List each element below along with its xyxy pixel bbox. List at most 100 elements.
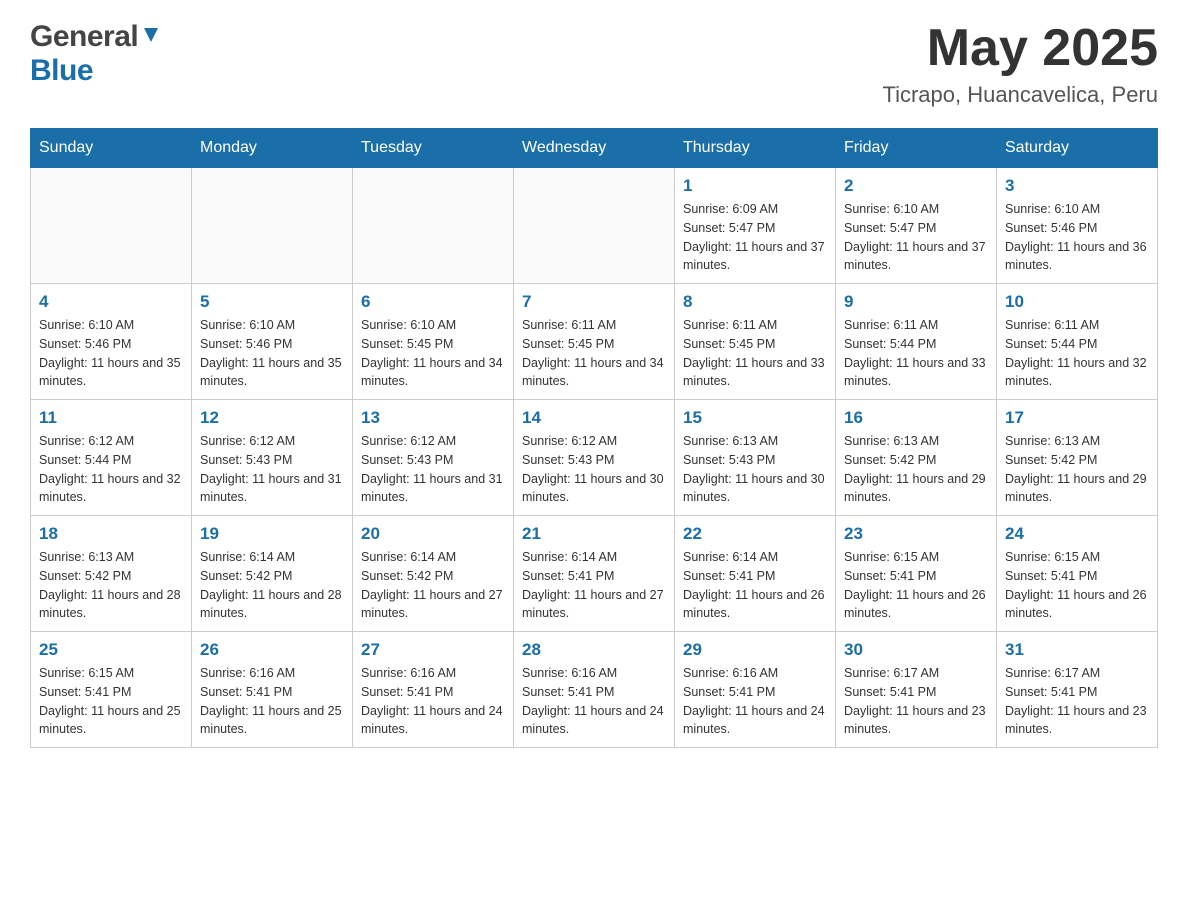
day-number: 21	[522, 524, 666, 544]
calendar-cell: 11 Sunrise: 6:12 AMSunset: 5:44 PMDayligh…	[31, 400, 192, 516]
day-info: Sunrise: 6:15 AMSunset: 5:41 PMDaylight:…	[39, 664, 183, 739]
day-info: Sunrise: 6:11 AMSunset: 5:45 PMDaylight:…	[522, 316, 666, 391]
calendar-cell: 21 Sunrise: 6:14 AMSunset: 5:41 PMDayligh…	[514, 516, 675, 632]
day-info: Sunrise: 6:15 AMSunset: 5:41 PMDaylight:…	[844, 548, 988, 623]
day-info: Sunrise: 6:16 AMSunset: 5:41 PMDaylight:…	[522, 664, 666, 739]
calendar-header-friday: Friday	[836, 129, 997, 168]
day-number: 7	[522, 292, 666, 312]
calendar-header-tuesday: Tuesday	[353, 129, 514, 168]
day-number: 11	[39, 408, 183, 428]
day-info: Sunrise: 6:12 AMSunset: 5:44 PMDaylight:…	[39, 432, 183, 507]
calendar-cell: 6 Sunrise: 6:10 AMSunset: 5:45 PMDaylight…	[353, 284, 514, 400]
calendar-header-sunday: Sunday	[31, 129, 192, 168]
logo-triangle-icon	[140, 24, 162, 51]
day-info: Sunrise: 6:12 AMSunset: 5:43 PMDaylight:…	[361, 432, 505, 507]
day-info: Sunrise: 6:13 AMSunset: 5:43 PMDaylight:…	[683, 432, 827, 507]
calendar-cell: 17 Sunrise: 6:13 AMSunset: 5:42 PMDayligh…	[997, 400, 1158, 516]
calendar-cell: 22 Sunrise: 6:14 AMSunset: 5:41 PMDayligh…	[675, 516, 836, 632]
calendar-cell: 24Sunrise: 6:15 AMSunset: 5:41 PMDayligh…	[997, 516, 1158, 632]
day-number: 27	[361, 640, 505, 660]
day-info: Sunrise: 6:11 AMSunset: 5:45 PMDaylight:…	[683, 316, 827, 391]
day-number: 5	[200, 292, 344, 312]
day-info: Sunrise: 6:11 AMSunset: 5:44 PMDaylight:…	[844, 316, 988, 391]
calendar-cell	[353, 168, 514, 284]
calendar-cell: 23 Sunrise: 6:15 AMSunset: 5:41 PMDayligh…	[836, 516, 997, 632]
day-info: Sunrise: 6:14 AMSunset: 5:41 PMDaylight:…	[683, 548, 827, 623]
day-info: Sunrise: 6:14 AMSunset: 5:41 PMDaylight:…	[522, 548, 666, 623]
day-info: Sunrise: 6:11 AMSunset: 5:44 PMDaylight:…	[1005, 316, 1149, 391]
title-section: May 2025 Ticrapo, Huancavelica, Peru	[882, 20, 1158, 108]
calendar-cell: 16Sunrise: 6:13 AMSunset: 5:42 PMDayligh…	[836, 400, 997, 516]
calendar-cell: 31 Sunrise: 6:17 AMSunset: 5:41 PMDayligh…	[997, 632, 1158, 748]
day-info: Sunrise: 6:14 AMSunset: 5:42 PMDaylight:…	[361, 548, 505, 623]
day-info: Sunrise: 6:10 AMSunset: 5:47 PMDaylight:…	[844, 200, 988, 275]
page-header: General Blue May 2025 Ticrapo, Huancavel…	[30, 20, 1158, 108]
calendar-cell	[192, 168, 353, 284]
day-number: 9	[844, 292, 988, 312]
day-number: 30	[844, 640, 988, 660]
day-info: Sunrise: 6:10 AMSunset: 5:46 PMDaylight:…	[200, 316, 344, 391]
day-number: 23	[844, 524, 988, 544]
calendar-week-row: 25 Sunrise: 6:15 AMSunset: 5:41 PMDayligh…	[31, 632, 1158, 748]
calendar-header-saturday: Saturday	[997, 129, 1158, 168]
calendar-cell: 3 Sunrise: 6:10 AMSunset: 5:46 PMDaylight…	[997, 168, 1158, 284]
calendar-cell: 29 Sunrise: 6:16 AMSunset: 5:41 PMDayligh…	[675, 632, 836, 748]
day-info: Sunrise: 6:17 AMSunset: 5:41 PMDaylight:…	[1005, 664, 1149, 739]
day-info: Sunrise: 6:12 AMSunset: 5:43 PMDaylight:…	[522, 432, 666, 507]
day-info: Sunrise: 6:13 AMSunset: 5:42 PMDaylight:…	[844, 432, 988, 507]
day-number: 19	[200, 524, 344, 544]
day-info: Sunrise: 6:10 AMSunset: 5:46 PMDaylight:…	[1005, 200, 1149, 275]
day-number: 10	[1005, 292, 1149, 312]
day-number: 18	[39, 524, 183, 544]
day-number: 22	[683, 524, 827, 544]
day-info: Sunrise: 6:10 AMSunset: 5:45 PMDaylight:…	[361, 316, 505, 391]
day-number: 20	[361, 524, 505, 544]
day-number: 13	[361, 408, 505, 428]
logo-blue: Blue	[30, 54, 93, 87]
calendar-cell: 19 Sunrise: 6:14 AMSunset: 5:42 PMDayligh…	[192, 516, 353, 632]
calendar-cell	[31, 168, 192, 284]
day-number: 4	[39, 292, 183, 312]
calendar-week-row: 18 Sunrise: 6:13 AMSunset: 5:42 PMDayligh…	[31, 516, 1158, 632]
day-number: 29	[683, 640, 827, 660]
calendar-cell: 10 Sunrise: 6:11 AMSunset: 5:44 PMDayligh…	[997, 284, 1158, 400]
calendar-cell: 25 Sunrise: 6:15 AMSunset: 5:41 PMDayligh…	[31, 632, 192, 748]
day-number: 15	[683, 408, 827, 428]
calendar-cell: 4 Sunrise: 6:10 AMSunset: 5:46 PMDaylight…	[31, 284, 192, 400]
day-number: 6	[361, 292, 505, 312]
calendar-cell: 30Sunrise: 6:17 AMSunset: 5:41 PMDayligh…	[836, 632, 997, 748]
calendar-week-row: 11 Sunrise: 6:12 AMSunset: 5:44 PMDayligh…	[31, 400, 1158, 516]
day-number: 26	[200, 640, 344, 660]
day-info: Sunrise: 6:16 AMSunset: 5:41 PMDaylight:…	[200, 664, 344, 739]
calendar-cell: 15 Sunrise: 6:13 AMSunset: 5:43 PMDayligh…	[675, 400, 836, 516]
month-title: May 2025	[882, 20, 1158, 77]
calendar-cell: 9 Sunrise: 6:11 AMSunset: 5:44 PMDaylight…	[836, 284, 997, 400]
calendar-cell: 8 Sunrise: 6:11 AMSunset: 5:45 PMDaylight…	[675, 284, 836, 400]
day-number: 17	[1005, 408, 1149, 428]
day-number: 1	[683, 176, 827, 196]
calendar-week-row: 4 Sunrise: 6:10 AMSunset: 5:46 PMDaylight…	[31, 284, 1158, 400]
calendar-header-monday: Monday	[192, 129, 353, 168]
calendar-cell: 26 Sunrise: 6:16 AMSunset: 5:41 PMDayligh…	[192, 632, 353, 748]
day-info: Sunrise: 6:10 AMSunset: 5:46 PMDaylight:…	[39, 316, 183, 391]
day-number: 25	[39, 640, 183, 660]
day-number: 24	[1005, 524, 1149, 544]
calendar-cell: 5 Sunrise: 6:10 AMSunset: 5:46 PMDaylight…	[192, 284, 353, 400]
calendar-cell: 7 Sunrise: 6:11 AMSunset: 5:45 PMDaylight…	[514, 284, 675, 400]
day-number: 8	[683, 292, 827, 312]
calendar-header-wednesday: Wednesday	[514, 129, 675, 168]
calendar-cell: 12Sunrise: 6:12 AMSunset: 5:43 PMDayligh…	[192, 400, 353, 516]
day-info: Sunrise: 6:09 AMSunset: 5:47 PMDaylight:…	[683, 200, 827, 275]
day-number: 14	[522, 408, 666, 428]
day-number: 3	[1005, 176, 1149, 196]
day-info: Sunrise: 6:13 AMSunset: 5:42 PMDaylight:…	[39, 548, 183, 623]
logo: General Blue	[30, 20, 162, 88]
day-info: Sunrise: 6:16 AMSunset: 5:41 PMDaylight:…	[683, 664, 827, 739]
calendar-cell: 20 Sunrise: 6:14 AMSunset: 5:42 PMDayligh…	[353, 516, 514, 632]
calendar-cell: 18 Sunrise: 6:13 AMSunset: 5:42 PMDayligh…	[31, 516, 192, 632]
day-number: 31	[1005, 640, 1149, 660]
day-info: Sunrise: 6:14 AMSunset: 5:42 PMDaylight:…	[200, 548, 344, 623]
day-info: Sunrise: 6:13 AMSunset: 5:42 PMDaylight:…	[1005, 432, 1149, 507]
calendar-cell: 14 Sunrise: 6:12 AMSunset: 5:43 PMDayligh…	[514, 400, 675, 516]
logo-general: General	[30, 20, 138, 54]
